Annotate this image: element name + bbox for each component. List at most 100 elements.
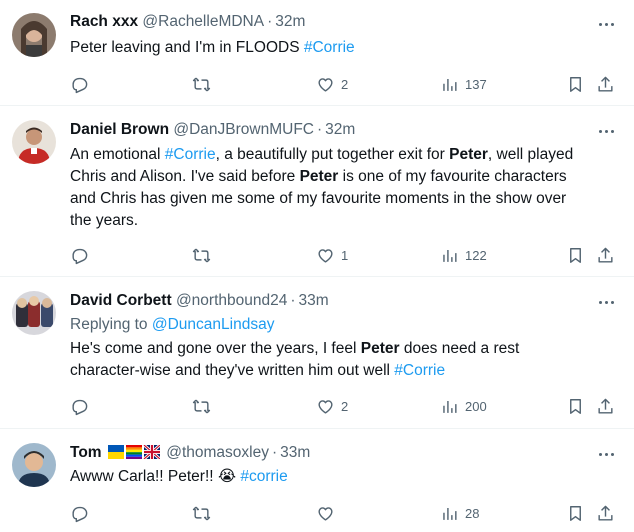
reply-icon xyxy=(72,77,88,93)
retweet-icon xyxy=(192,399,211,413)
views-icon xyxy=(443,78,457,91)
avatar[interactable] xyxy=(12,443,56,487)
like-button[interactable]: 2 xyxy=(316,72,348,96)
tweet-text: Awww Carla!! Peter!! 😭 #corrie xyxy=(70,466,626,488)
views-button[interactable]: 200 xyxy=(440,394,487,418)
tweet-text-part: Peter leaving and I'm in FLOODS xyxy=(70,39,304,56)
share-button[interactable] xyxy=(596,394,615,418)
tweet-text-line: Chris and Alison. I've said before Peter… xyxy=(70,166,626,188)
share-button[interactable] xyxy=(596,501,615,525)
tweet-text-line: and Chris has given me some of my favour… xyxy=(70,190,567,207)
hashtag-link[interactable]: #Corrie xyxy=(304,39,355,56)
like-button[interactable]: 2 xyxy=(316,394,348,418)
tweet-text-part: An emotional xyxy=(70,146,165,163)
like-button[interactable] xyxy=(316,501,341,525)
tweet-text-part: Peter!! xyxy=(167,468,214,485)
timestamp[interactable]: 33m xyxy=(299,292,329,309)
bookmark-button[interactable] xyxy=(566,501,585,525)
tweet[interactable]: Rach xxx @RachelleMDNA · 32m Peter leaving… xyxy=(0,0,634,106)
reply-button[interactable] xyxy=(70,243,89,267)
tweet-actions: 2 200 xyxy=(70,394,622,418)
retweet-button[interactable] xyxy=(192,501,211,525)
tweet-text-part: , a beautifully put together exit for xyxy=(215,146,450,163)
hashtag-link[interactable]: #Corrie xyxy=(394,362,445,379)
views-icon xyxy=(443,249,457,262)
share-button[interactable] xyxy=(596,72,615,96)
username[interactable]: @thomasoxley xyxy=(166,444,269,461)
tweet-header: Tom @thomasoxley · 33m xyxy=(70,443,310,463)
username[interactable]: @DanJBrownMUFC xyxy=(173,121,314,138)
tweet-text: He's come and gone over the years, I fee… xyxy=(70,338,626,382)
more-icon[interactable] xyxy=(596,444,616,464)
tweet-text-part: Awww Carla!! xyxy=(70,468,168,485)
share-icon xyxy=(598,247,613,263)
mention-link[interactable]: @DuncanLindsay xyxy=(152,316,275,333)
avatar-image xyxy=(12,120,56,164)
avatar[interactable] xyxy=(12,291,56,335)
reply-button[interactable] xyxy=(70,72,89,96)
reply-icon xyxy=(72,399,88,415)
tweet-text: An emotional #Corrie, a beautifully put … xyxy=(70,144,626,232)
hashtag-link[interactable]: #Corrie xyxy=(165,146,216,163)
bookmark-button[interactable] xyxy=(566,243,585,267)
more-icon[interactable] xyxy=(596,292,616,312)
tweet-header: Rach xxx @RachelleMDNA · 32m xyxy=(70,12,305,32)
like-button[interactable]: 1 xyxy=(316,243,348,267)
replying-to: Replying to @DuncanLindsay xyxy=(70,315,274,335)
separator-dot: · xyxy=(267,13,273,30)
hashtag-link[interactable]: #corrie xyxy=(240,468,287,485)
separator-dot: · xyxy=(290,292,296,309)
more-icon[interactable] xyxy=(596,121,616,141)
share-icon xyxy=(598,76,613,92)
tweet-text-part: is one of my favourite characters xyxy=(338,168,567,185)
bookmark-button[interactable] xyxy=(566,394,585,418)
views-button[interactable]: 137 xyxy=(440,72,487,96)
retweet-button[interactable] xyxy=(192,394,211,418)
tweet[interactable]: Tom @thomasoxley · 33m Awww Carla!! Peter!… xyxy=(0,429,634,532)
share-icon xyxy=(598,398,613,414)
bookmark-button[interactable] xyxy=(566,72,585,96)
tweet-header: Daniel Brown @DanJBrownMUFC · 32m xyxy=(70,120,355,140)
tweet-text-line: An emotional #Corrie, a beautifully put … xyxy=(70,144,626,166)
highlighted-term: Peter xyxy=(449,146,488,163)
tweet-text-line: He's come and gone over the years, I fee… xyxy=(70,338,626,360)
views-button[interactable]: 28 xyxy=(440,501,479,525)
tweet-text-part: He's come and gone over the years, I fee… xyxy=(70,340,361,357)
avatar[interactable] xyxy=(12,120,56,164)
timestamp[interactable]: 32m xyxy=(275,13,305,30)
share-button[interactable] xyxy=(596,243,615,267)
share-icon xyxy=(598,505,613,521)
username[interactable]: @northbound24 xyxy=(176,292,287,309)
tweet[interactable]: Daniel Brown @DanJBrownMUFC · 32m An emoti… xyxy=(0,106,634,277)
separator-dot: · xyxy=(316,121,323,138)
views-icon xyxy=(443,400,457,413)
views-button[interactable]: 122 xyxy=(440,243,487,267)
views-count: 137 xyxy=(465,76,487,92)
avatar-image xyxy=(12,13,56,57)
more-icon[interactable] xyxy=(596,14,616,34)
display-name[interactable]: Tom xyxy=(70,444,102,461)
reply-button[interactable] xyxy=(70,394,89,418)
timestamp[interactable]: 32m xyxy=(325,121,355,138)
retweet-button[interactable] xyxy=(192,243,211,267)
tweet-actions: 1 122 xyxy=(70,243,622,267)
crying-emoji: 😭 xyxy=(217,468,237,485)
display-name[interactable]: Daniel Brown xyxy=(70,121,169,138)
display-name[interactable]: Rach xxx xyxy=(70,13,138,30)
retweet-icon xyxy=(192,506,211,520)
heart-icon xyxy=(318,77,333,92)
tweet[interactable]: David Corbett @northbound24 · 33m Replying… xyxy=(0,277,634,429)
timestamp[interactable]: 33m xyxy=(280,444,310,461)
display-name[interactable]: David Corbett xyxy=(70,292,172,309)
retweet-icon xyxy=(192,77,211,91)
avatar-image xyxy=(12,443,56,487)
reply-button[interactable] xyxy=(70,501,89,525)
retweet-button[interactable] xyxy=(192,72,211,96)
like-count: 1 xyxy=(341,247,349,263)
tweet-actions: 2 137 xyxy=(70,72,622,96)
views-icon xyxy=(443,507,457,520)
avatar[interactable] xyxy=(12,13,56,57)
bookmark-icon xyxy=(570,398,581,414)
username[interactable]: @RachelleMDNA xyxy=(142,13,264,30)
heart-icon xyxy=(318,506,333,521)
